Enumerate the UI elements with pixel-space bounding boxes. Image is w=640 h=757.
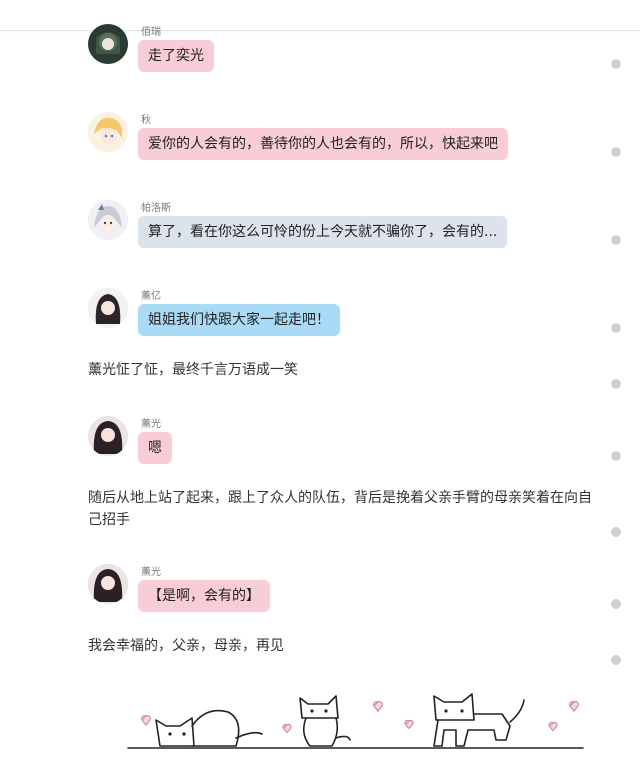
message-bubble: 走了奕光 (138, 40, 214, 72)
sender-name: 薰光 (141, 567, 161, 578)
narration-text: 随后从地上站了起来，跟上了众人的队伍，背后是挽着父亲手臂的母亲笑着在向自己招手 (88, 490, 592, 528)
sender-name: 佰瑞 (141, 27, 161, 38)
avatar[interactable] (88, 416, 128, 456)
message-bubble: 嗯 (138, 432, 172, 464)
message-bubble: 姐姐我们快跟大家一起走吧！ (138, 304, 340, 336)
scroll-indicator-dot[interactable] (611, 655, 621, 665)
sender-name: 薰光 (141, 419, 161, 430)
cats-and-hearts-illustration (127, 693, 584, 749)
avatar[interactable] (88, 200, 128, 240)
avatar[interactable] (88, 112, 128, 152)
scroll-indicator-dot[interactable] (611, 451, 621, 461)
sender-name: 薰亿 (141, 291, 161, 302)
message-bubble: 算了，看在你这么可怜的份上今天就不骗你了，会有的... (138, 216, 508, 248)
avatar[interactable] (88, 24, 128, 64)
avatar[interactable] (88, 288, 128, 328)
narration-text: 薰光怔了怔，最终千言万语成一笑 (88, 362, 298, 378)
narration-text: 我会幸福的，父亲，母亲，再见 (88, 638, 284, 654)
scroll-indicator-dot[interactable] (611, 59, 621, 69)
sender-name: 秋 (141, 115, 151, 126)
sender-name: 帕洛斯 (141, 203, 171, 214)
message-bubble: 【是啊，会有的】 (138, 580, 270, 612)
scroll-indicator-dot[interactable] (611, 235, 621, 245)
scroll-indicator-dot[interactable] (611, 599, 621, 609)
avatar[interactable] (88, 564, 128, 604)
scroll-indicator-dot[interactable] (611, 323, 621, 333)
scroll-indicator-dot[interactable] (611, 527, 621, 537)
scroll-indicator-dot[interactable] (611, 147, 621, 157)
message-bubble: 爱你的人会有的，善待你的人也会有的，所以，快起来吧 (138, 128, 508, 160)
scroll-indicator-dot[interactable] (611, 379, 621, 389)
